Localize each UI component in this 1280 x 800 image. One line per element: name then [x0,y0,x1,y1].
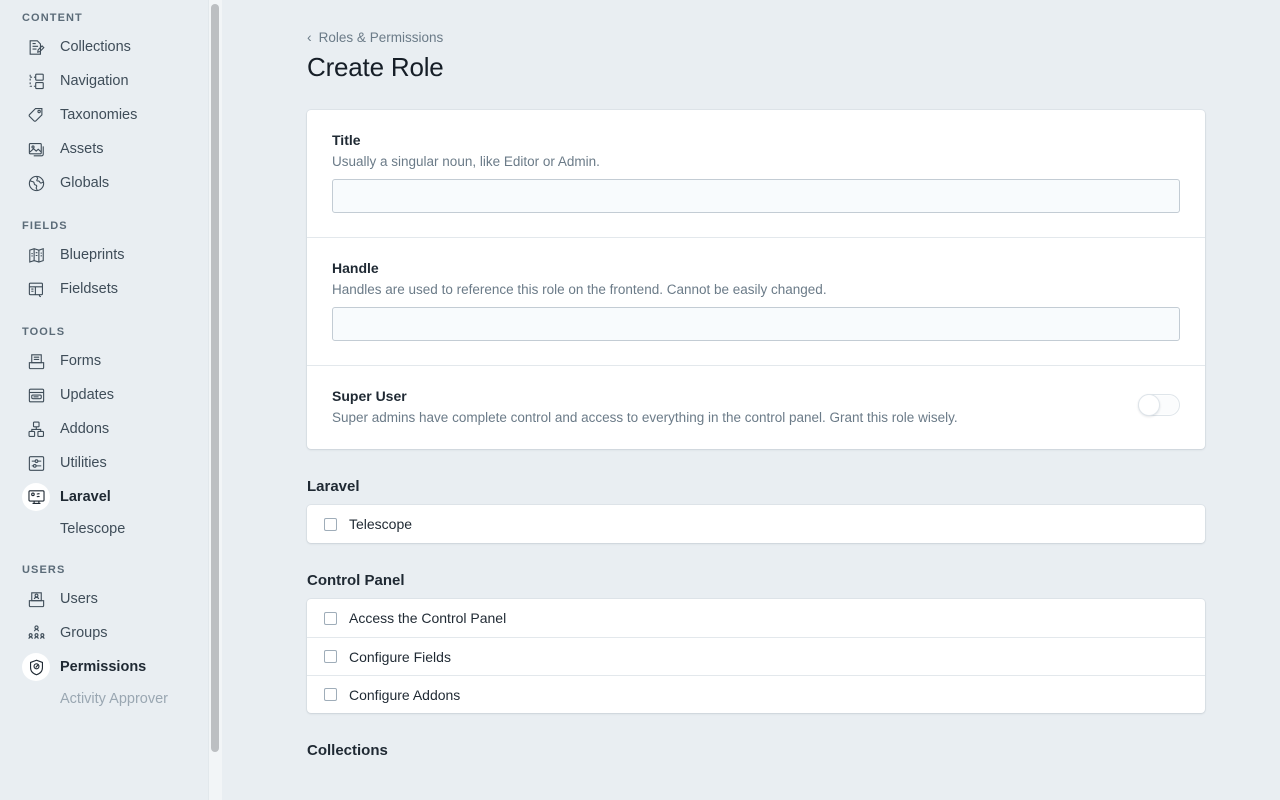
main-content: ‹ Roles & Permissions Create Role Title … [222,0,1280,800]
sidebar-item-label: Blueprints [60,247,125,263]
sidebar-item-label: Taxonomies [60,107,138,123]
permission-row[interactable]: Telescope [307,505,1205,543]
sidebar-item-forms[interactable]: Forms [0,344,222,378]
sidebar-item-blueprints[interactable]: Blueprints [0,238,222,272]
collections-icon [22,33,50,61]
sidebar-subitem-label: Telescope [60,521,126,537]
taxonomies-tag-icon [22,101,50,129]
field-title-help: Usually a singular noun, like Editor or … [332,154,600,169]
sidebar-item-label: Laravel [60,489,111,505]
sidebar-item-taxonomies[interactable]: Taxonomies [0,98,222,132]
field-handle-help: Handles are used to reference this role … [332,282,827,297]
sidebar-item-label: Assets [60,141,104,157]
updates-icon [22,381,50,409]
sidebar-item-globals[interactable]: Globals [0,166,222,200]
permission-label[interactable]: Telescope [349,516,412,532]
sidebar-item-label: Users [60,591,98,607]
permissions-shield-icon [22,653,50,681]
sidebar-item-assets[interactable]: Assets [0,132,222,166]
sidebar-item-label: Globals [60,175,110,191]
super-user-toggle[interactable] [1138,394,1180,416]
sidebar-item-label: Forms [60,353,102,369]
sidebar: Dashboard Content Collections [0,0,222,800]
sidebar-item-fieldsets[interactable]: Fieldsets [0,272,222,306]
sidebar-scrollbar-thumb[interactable] [211,4,219,752]
sidebar-group-users: Users Users [0,564,222,714]
sidebar-heading-tools: Tools [22,326,66,338]
checkbox-configure-fields[interactable] [324,650,337,663]
permissions-card-laravel: Telescope [307,505,1205,543]
sidebar-item-label: Utilities [60,455,107,471]
sidebar-scroll-content: Dashboard Content Collections [0,0,222,756]
groups-icon [22,619,50,647]
sidebar-item-collections[interactable]: Collections [0,30,222,64]
sidebar-subitem-activity-approver[interactable]: Activity Approver [0,684,222,714]
sidebar-item-groups[interactable]: Groups [0,616,222,650]
sidebar-item-laravel[interactable]: Laravel [0,480,222,514]
sidebar-heading-fields: Fields [22,220,68,232]
sidebar-subitem-telescope[interactable]: Telescope [0,514,222,544]
sidebar-item-permissions[interactable]: Permissions [0,650,222,684]
fieldsets-icon [22,275,50,303]
permission-label[interactable]: Access the Control Panel [349,610,506,626]
section-title-control-panel: Control Panel [307,572,405,589]
navigation-icon [22,67,50,95]
sidebar-item-label: Collections [60,39,131,55]
globals-globe-icon [22,169,50,197]
field-super-user: Super User Super admins have complete co… [307,365,1205,449]
page-title: Create Role [307,52,444,82]
addons-boxes-icon [22,415,50,443]
field-title-label: Title [332,132,361,148]
sidebar-item-navigation[interactable]: Navigation [0,64,222,98]
sidebar-item-label: Permissions [60,659,147,675]
sidebar-item-utilities[interactable]: Utilities [0,446,222,480]
permission-label[interactable]: Configure Fields [349,649,451,665]
field-handle-label: Handle [332,260,379,276]
permission-row[interactable]: Configure Addons [307,675,1205,713]
sidebar-group-fields: Fields Blueprints [0,220,222,306]
utilities-sliders-icon [22,449,50,477]
section-title-laravel: Laravel [307,478,360,495]
permission-row[interactable]: Configure Fields [307,637,1205,675]
main-inner: ‹ Roles & Permissions Create Role Title … [307,0,1205,759]
section-title-collections: Collections [307,742,388,759]
sidebar-item-label: Fieldsets [60,281,119,297]
sidebar-heading-users: Users [22,564,66,576]
users-icon [22,585,50,613]
sidebar-item-label: Updates [60,387,115,403]
sidebar-item-label: Groups [60,625,108,641]
sidebar-item-users[interactable]: Users [0,582,222,616]
sidebar-item-label: Navigation [60,73,129,89]
app-root: Dashboard Content Collections [0,0,1280,800]
assets-image-icon [22,135,50,163]
chevron-left-icon: ‹ [307,29,312,45]
title-input[interactable] [332,179,1180,213]
field-title: Title Usually a singular noun, like Edit… [307,110,1205,237]
breadcrumb[interactable]: ‹ Roles & Permissions [307,28,1205,46]
field-handle: Handle Handles are used to reference thi… [307,237,1205,365]
field-super-user-help: Super admins have complete control and a… [332,410,958,425]
permissions-card-control-panel: Access the Control Panel Configure Field… [307,599,1205,713]
checkbox-telescope[interactable] [324,517,337,531]
forms-icon [22,347,50,375]
sidebar-group-tools: Tools Forms [0,326,222,544]
role-details-card: Title Usually a singular noun, like Edit… [307,110,1205,449]
blueprints-icon [22,241,50,269]
handle-input[interactable] [332,307,1180,341]
super-user-texts: Super User Super admins have complete co… [332,388,1138,425]
sidebar-item-addons[interactable]: Addons [0,412,222,446]
checkbox-access-the-control-panel[interactable] [324,611,337,625]
field-super-user-label: Super User [332,388,407,404]
permission-row[interactable]: Access the Control Panel [307,599,1205,637]
sidebar-group-content: Content Collections [0,12,222,200]
permission-label[interactable]: Configure Addons [349,687,460,703]
breadcrumb-label: Roles & Permissions [318,29,444,45]
sidebar-item-updates[interactable]: Updates [0,378,222,412]
checkbox-configure-addons[interactable] [324,688,337,701]
sidebar-subitem-label: Activity Approver [60,691,168,707]
sidebar-heading-content: Content [22,12,83,24]
laravel-dashboard-icon [22,483,50,511]
sidebar-item-label: Addons [60,421,110,437]
toggle-knob [1138,394,1160,416]
